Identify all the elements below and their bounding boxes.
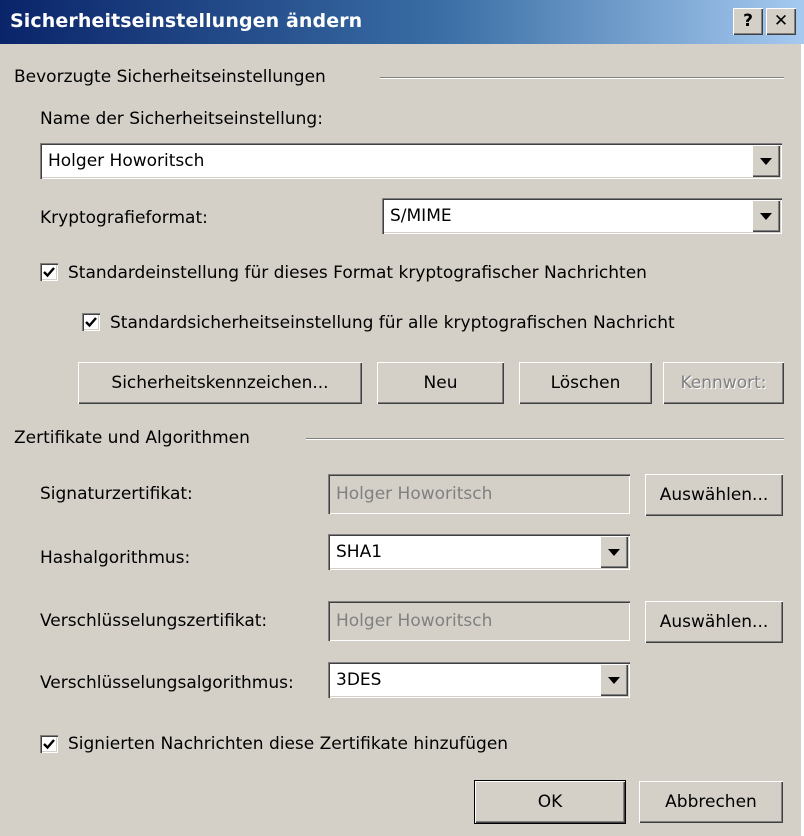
setting-name-value: Holger Howoritsch [48, 151, 205, 171]
enc-cert-label: Verschlüsselungszertifikat: [40, 611, 268, 631]
choose-sign-cert-button[interactable]: Auswählen... [645, 474, 783, 516]
dropdown-arrow-icon[interactable] [600, 536, 628, 568]
attach-certs-label[interactable]: Signierten Nachrichten diese Zertifikate… [68, 734, 508, 754]
default-all-label[interactable]: Standardsicherheitseinstellung für alle … [110, 313, 675, 333]
dropdown-arrow-icon[interactable] [752, 200, 780, 232]
enc-alg-value: 3DES [336, 670, 382, 690]
checkmark-icon [43, 267, 55, 278]
delete-button[interactable]: Löschen [519, 362, 652, 404]
checkmark-icon [85, 317, 97, 328]
enc-cert-value: Holger Howoritsch [336, 611, 493, 631]
hash-alg-label: Hashalgorithmus: [40, 548, 191, 568]
new-button[interactable]: Neu [377, 362, 504, 404]
group-title-preferred: Bevorzugte Sicherheitseinstellungen [14, 67, 332, 87]
checkmark-icon [43, 739, 55, 750]
sign-cert-label: Signaturzertifikat: [40, 484, 193, 504]
setting-name-combobox[interactable]: Holger Howoritsch [40, 143, 782, 179]
group-title-certs: Zertifikate und Algorithmen [14, 428, 256, 448]
security-labels-button[interactable]: Sicherheitskennzeichen... [78, 362, 362, 404]
group-divider-certs [306, 438, 784, 440]
title-bar[interactable]: Sicherheitseinstellungen ändern ? ✕ [0, 0, 804, 44]
cancel-button[interactable]: Abbrechen [639, 781, 783, 823]
crypto-format-label: Kryptografieformat: [40, 208, 208, 228]
hash-alg-value: SHA1 [336, 542, 383, 562]
ok-button[interactable]: OK [474, 780, 626, 824]
close-button[interactable]: ✕ [766, 8, 796, 35]
crypto-format-value: S/MIME [390, 206, 452, 226]
default-format-label[interactable]: Standardeinstellung für dieses Format kr… [68, 263, 647, 283]
enc-cert-field: Holger Howoritsch [328, 601, 630, 641]
attach-certs-checkbox[interactable] [40, 735, 58, 753]
enc-alg-label: Verschlüsselungsalgorithmus: [40, 673, 294, 693]
password-button: Kennwort: [663, 362, 784, 404]
dropdown-arrow-icon[interactable] [600, 664, 628, 696]
group-divider-preferred [380, 77, 784, 79]
enc-alg-combobox[interactable]: 3DES [328, 662, 630, 698]
help-button[interactable]: ? [733, 8, 763, 35]
crypto-format-combobox[interactable]: S/MIME [382, 198, 782, 234]
setting-name-label: Name der Sicherheitseinstellung: [40, 109, 323, 129]
choose-enc-cert-button[interactable]: Auswählen... [645, 601, 783, 643]
sign-cert-value: Holger Howoritsch [336, 484, 493, 504]
default-format-checkbox[interactable] [40, 263, 58, 281]
hash-alg-combobox[interactable]: SHA1 [328, 534, 630, 570]
dropdown-arrow-icon[interactable] [752, 145, 780, 177]
sign-cert-field: Holger Howoritsch [328, 474, 630, 514]
default-all-checkbox[interactable] [82, 313, 100, 331]
window-title: Sicherheitseinstellungen ändern [10, 10, 363, 32]
